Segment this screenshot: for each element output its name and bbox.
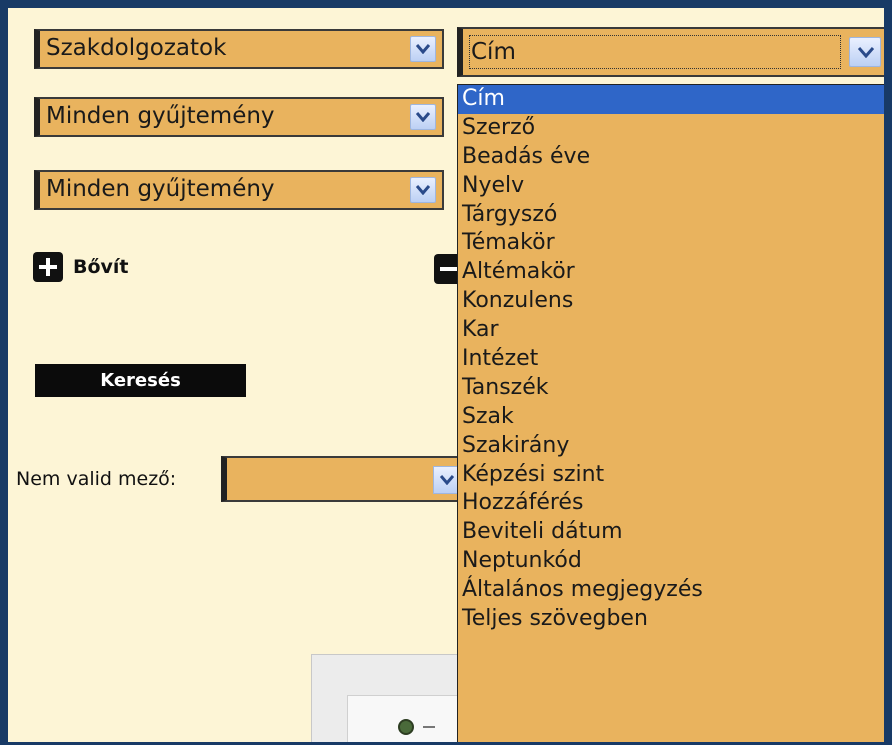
collection-select-2[interactable]: Minden gyűjtemény <box>34 170 444 210</box>
dropdown-option-altalanos-megjegyzes[interactable]: Általános megjegyzés <box>458 576 884 605</box>
dropdown-option-kar[interactable]: Kar <box>458 316 884 345</box>
chevron-down-icon[interactable] <box>410 36 436 62</box>
minus-icon[interactable] <box>434 254 457 284</box>
dropdown-option-beadas-eve[interactable]: Beadás éve <box>458 143 884 172</box>
dropdown-option-cim[interactable]: Cím <box>458 85 884 114</box>
search-form-panel: Szakdolgozatok Minden gyűjtemény Minden … <box>0 0 892 745</box>
dropdown-option-targyszo[interactable]: Tárgyszó <box>458 201 884 230</box>
dropdown-option-intezet[interactable]: Intézet <box>458 345 884 374</box>
document-type-select[interactable]: Szakdolgozatok <box>34 29 444 69</box>
dropdown-option-szerzo[interactable]: Szerző <box>458 114 884 143</box>
lower-content-panel <box>311 654 459 742</box>
search-field-value: Cím <box>471 39 516 65</box>
dropdown-option-altemakor[interactable]: Altémakör <box>458 258 884 287</box>
document-type-value: Szakdolgozatok <box>46 35 227 61</box>
collection-select-1[interactable]: Minden gyűjtemény <box>34 97 444 137</box>
dropdown-option-szak[interactable]: Szak <box>458 403 884 432</box>
gear-icon <box>398 719 414 735</box>
dropdown-option-hozzaferes[interactable]: Hozzáférés <box>458 489 884 518</box>
search-field-dropdown: Cím Szerző Beadás éve Nyelv Tárgyszó Tém… <box>457 84 884 742</box>
expand-label: Bővít <box>73 256 129 278</box>
dropdown-option-szakirany[interactable]: Szakirány <box>458 432 884 461</box>
plus-icon <box>33 252 63 282</box>
chevron-down-icon[interactable] <box>410 104 436 130</box>
collection-1-value: Minden gyűjtemény <box>46 103 275 129</box>
dropdown-option-kepzesi-szint[interactable]: Képzési szint <box>458 461 884 490</box>
dropdown-option-nyelv[interactable]: Nyelv <box>458 172 884 201</box>
dropdown-option-tanszek[interactable]: Tanszék <box>458 374 884 403</box>
search-field-focus <box>469 35 841 69</box>
divider <box>423 726 435 728</box>
search-button[interactable]: Keresés <box>35 364 246 397</box>
dropdown-option-neptunkod[interactable]: Neptunkód <box>458 547 884 576</box>
dropdown-option-beviteli-datum[interactable]: Beviteli dátum <box>458 518 884 547</box>
search-field-select[interactable]: Cím <box>457 27 884 77</box>
collection-2-value: Minden gyűjtemény <box>46 176 275 202</box>
dropdown-option-konzulens[interactable]: Konzulens <box>458 287 884 316</box>
dropdown-option-temakor[interactable]: Témakör <box>458 229 884 258</box>
dropdown-option-teljes-szovegben[interactable]: Teljes szövegben <box>458 605 884 634</box>
invalid-field-select[interactable] <box>221 456 461 502</box>
chevron-down-icon[interactable] <box>849 37 881 67</box>
invalid-field-label: Nem valid mező: <box>16 468 177 490</box>
chevron-down-icon[interactable] <box>410 177 436 203</box>
expand-button[interactable]: Bővít <box>33 252 129 282</box>
